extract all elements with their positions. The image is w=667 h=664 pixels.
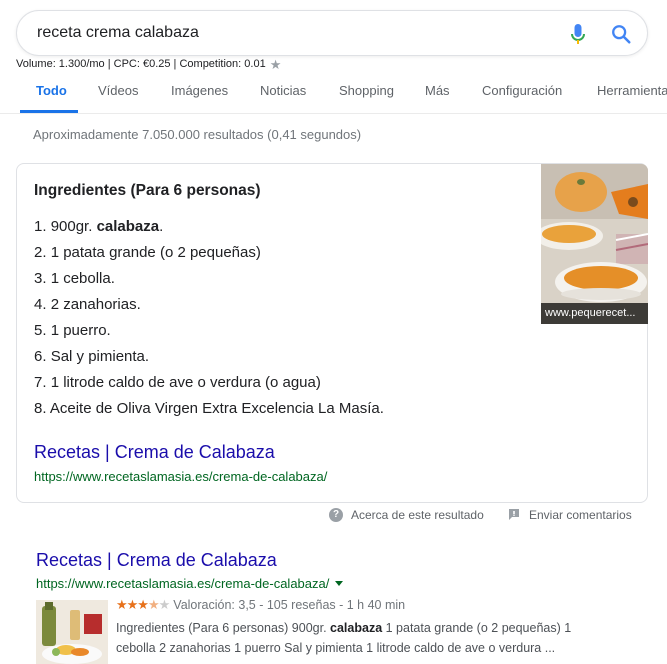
feedback-icon	[509, 509, 519, 520]
list-item: 4. 2 zanahorias.	[34, 296, 141, 313]
keyword-stats-text: Volume: 1.300/mo | CPC: €0.25 | Competit…	[16, 58, 266, 70]
snippet-line: Ingredientes (Para 6 personas) 900gr. ca…	[116, 621, 572, 635]
image-source-caption: www.pequerecet...	[541, 303, 648, 324]
microphone-icon[interactable]	[570, 23, 586, 47]
result-title-link[interactable]: Recetas | Crema de Calabaza	[36, 550, 277, 571]
list-item: 6. Sal y pimienta.	[34, 348, 150, 365]
featured-snippet: Ingredientes (Para 6 personas) 1. 900gr.…	[16, 163, 648, 503]
tab-noticias[interactable]: Noticias	[260, 83, 306, 98]
send-feedback[interactable]: Enviar comentarios	[507, 508, 632, 522]
list-item: 7. 1 litrode caldo de ave o verdura (o a…	[34, 374, 321, 391]
search-input[interactable]: receta crema calabaza	[37, 24, 199, 42]
question-icon: ?	[329, 508, 343, 522]
result-rating: ★★★★★ Valoración: 3,5 - 105 reseñas - 1 …	[116, 597, 405, 613]
snippet-line: cebolla 2 zanahorias 1 puerro Sal y pimi…	[116, 641, 556, 655]
ingredient-list: 1. 900gr. calabaza. 2. 1 patata grande (…	[34, 217, 384, 425]
rating-stars: ★★★★★	[116, 597, 170, 612]
result-thumbnail[interactable]	[36, 600, 108, 664]
rating-text: Valoración: 3,5 - 105 reseñas - 1 h 40 m…	[173, 598, 406, 612]
search-tabs: Todo Vídeos Imágenes Noticias Shopping M…	[0, 78, 667, 114]
send-feedback-label[interactable]: Enviar comentarios	[529, 508, 632, 522]
list-item: 3. 1 cebolla.	[34, 270, 115, 287]
soup-photo	[541, 164, 648, 324]
search-icon[interactable]	[610, 23, 632, 45]
list-item: 2. 1 patata grande (o 2 pequeñas)	[34, 244, 261, 261]
list-item: 1. 900gr. calabaza.	[34, 218, 164, 235]
snippet-link-url[interactable]: https://www.recetaslamasia.es/crema-de-c…	[34, 469, 327, 484]
tab-todo[interactable]: Todo	[36, 83, 67, 98]
keyword-stats-bar: Volume: 1.300/mo | CPC: €0.25 | Competit…	[16, 58, 282, 71]
tab-herramientas[interactable]: Herramientas	[597, 83, 667, 98]
result-url[interactable]: https://www.recetaslamasia.es/crema-de-c…	[36, 576, 344, 591]
about-result[interactable]: ? Acerca de este resultado	[329, 508, 484, 522]
list-item: 5. 1 puerro.	[34, 322, 111, 339]
snippet-image[interactable]: www.pequerecet...	[541, 164, 648, 324]
active-tab-indicator	[20, 110, 78, 113]
chevron-down-icon[interactable]	[335, 581, 344, 586]
tab-shopping[interactable]: Shopping	[339, 83, 394, 98]
snippet-link-title[interactable]: Recetas | Crema de Calabaza	[34, 442, 275, 463]
about-result-label[interactable]: Acerca de este resultado	[351, 508, 484, 522]
star-icon[interactable]: ★	[270, 58, 282, 71]
result-url-text[interactable]: https://www.recetaslamasia.es/crema-de-c…	[36, 576, 329, 591]
snippet-heading: Ingredientes (Para 6 personas)	[34, 182, 261, 199]
tab-mas[interactable]: Más	[425, 83, 450, 98]
tab-videos[interactable]: Vídeos	[98, 83, 138, 98]
tab-imagenes[interactable]: Imágenes	[171, 83, 228, 98]
result-stats: Aproximadamente 7.050.000 resultados (0,…	[33, 127, 362, 142]
search-box[interactable]: receta crema calabaza	[16, 10, 648, 56]
list-item: 8. Aceite de Oliva Virgen Extra Excelenc…	[34, 400, 384, 417]
tab-configuracion[interactable]: Configuración	[482, 83, 562, 98]
recipe-photo	[36, 600, 108, 664]
result-snippet: Ingredientes (Para 6 personas) 900gr. ca…	[116, 618, 636, 658]
